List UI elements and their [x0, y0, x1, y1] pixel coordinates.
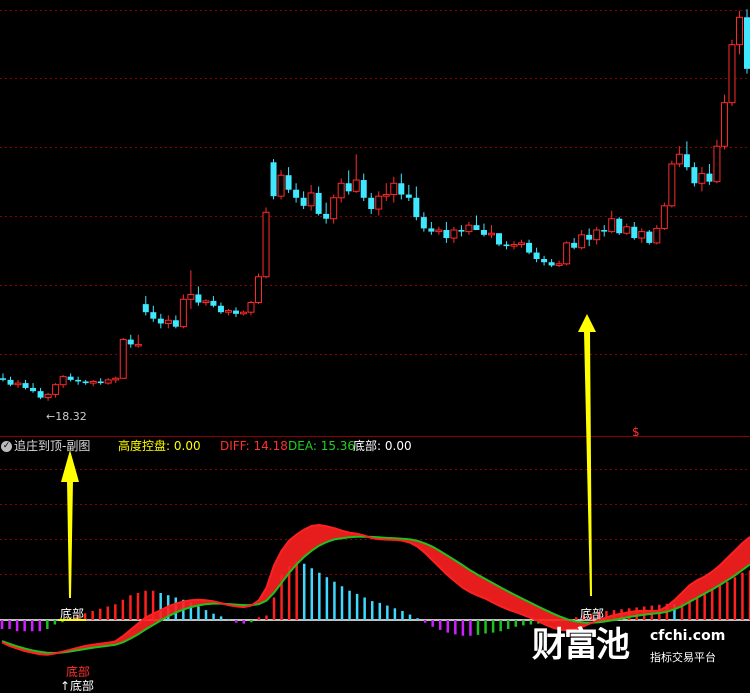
watermark-site: cfchi.com — [650, 628, 726, 644]
watermark-brand: 财富池 — [532, 625, 630, 665]
watermark-tagline: 指标交易平台 — [650, 651, 716, 664]
yellow-arrow-left — [61, 450, 79, 598]
watermark: 财富池 cfchi.com 指标交易平台 — [532, 624, 732, 668]
arrows-overlay — [61, 314, 596, 598]
chart-window: ←18.32 $ ✓ 追庄到顶-副图 高度控盘: 0.00 DIFF: 14.1… — [0, 0, 750, 693]
yellow-arrow-right — [578, 314, 596, 596]
